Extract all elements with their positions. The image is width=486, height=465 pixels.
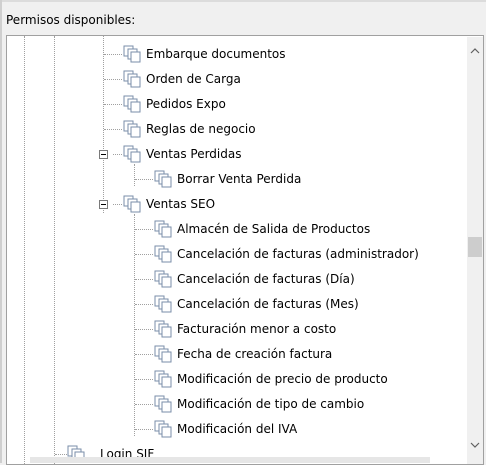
tree-connector (135, 254, 153, 255)
tree-item-label: Facturación menor a costo (177, 322, 337, 336)
tree-connector (135, 179, 153, 180)
permission-icon (123, 145, 141, 163)
tree-connector (135, 279, 153, 280)
permissions-tree[interactable]: Embarque documentos Orden de Carga Pedid… (6, 35, 484, 465)
tree-connector (135, 304, 153, 305)
tree-item[interactable]: Embarque documentos (123, 44, 286, 64)
window-top-border (0, 0, 486, 2)
permission-icon (154, 245, 172, 263)
tree-item[interactable]: Cancelación de facturas (administrador) (154, 244, 419, 264)
permission-icon (123, 195, 141, 213)
tree-item[interactable]: Ventas SEO (123, 194, 215, 214)
vertical-scrollbar[interactable] (467, 37, 483, 464)
tree-item[interactable]: Ventas Perdidas (123, 144, 241, 164)
tree-item[interactable]: Almacén de Salida de Productos (154, 219, 370, 239)
tree-item[interactable]: Facturación menor a costo (154, 319, 336, 339)
tree-item[interactable]: Modificación de tipo de cambio (154, 394, 364, 414)
tree-item-label: Embarque documentos (146, 47, 286, 61)
chevron-up-icon[interactable] (467, 45, 483, 61)
tree-connector (135, 229, 153, 230)
tree-guide-line (103, 36, 104, 213)
scrollbar-thumb[interactable] (468, 237, 482, 257)
tree-connector (113, 204, 122, 205)
tree-guide-line (24, 36, 25, 464)
tree-item[interactable]: Fecha de creación factura (154, 344, 332, 364)
tree-item-label: Ventas SEO (146, 197, 216, 211)
tree-item-label: Cancelación de facturas (Día) (177, 272, 355, 286)
tree-item-label: Modificación del IVA (177, 422, 298, 436)
permission-icon (123, 120, 141, 138)
tree-item-label: Fecha de creación factura (177, 347, 333, 361)
tree-item-label: Pedidos Expo (146, 97, 226, 111)
permission-icon (154, 395, 172, 413)
tree-connector (135, 354, 153, 355)
tree-item-label: Modificación de precio de producto (177, 372, 388, 386)
tree-item[interactable]: Cancelación de facturas (Día) (154, 269, 355, 289)
permission-icon (154, 170, 172, 188)
tree-item-label: Cancelación de facturas (Mes) (177, 297, 359, 311)
permission-icon (154, 270, 172, 288)
tree-item[interactable]: Orden de Carga (123, 69, 241, 89)
tree-guide-line (134, 164, 135, 186)
permission-icon (154, 420, 172, 438)
permission-icon (154, 370, 172, 388)
tree-item-label: Modificación de tipo de cambio (177, 397, 365, 411)
tree-guide-line (54, 36, 55, 464)
tree-connector (135, 404, 153, 405)
permission-icon (123, 95, 141, 113)
permission-icon (123, 70, 141, 88)
tree-item-label: Cancelación de facturas (administrador) (177, 247, 419, 261)
permission-icon (154, 220, 172, 238)
panel-title: Permisos disponibles: (6, 13, 136, 27)
permission-icon (154, 345, 172, 363)
tree-item-label: Borrar Venta Perdida (177, 172, 302, 186)
tree-item[interactable]: Borrar Venta Perdida (154, 169, 301, 189)
tree-item-label: Ventas Perdidas (146, 147, 242, 161)
tree-item-label: Orden de Carga (146, 72, 241, 86)
permission-icon (123, 45, 141, 63)
tree-connector (135, 379, 153, 380)
tree-item-label: Reglas de negocio (146, 122, 256, 136)
tree-connector (135, 429, 153, 430)
tree-connector (104, 129, 122, 130)
collapse-ventas-seo-button[interactable] (99, 200, 108, 209)
window-left-border (0, 0, 2, 463)
tree-connector (135, 329, 153, 330)
tree-item[interactable]: Cancelación de facturas (Mes) (154, 294, 359, 314)
chevron-down-icon[interactable] (467, 439, 483, 455)
tree-connector (104, 54, 122, 55)
tree-item[interactable]: Modificación del IVA (154, 419, 297, 439)
tree-item[interactable]: Reglas de negocio (123, 119, 256, 139)
permission-icon (154, 295, 172, 313)
permission-icon (154, 320, 172, 338)
tree-guide-line (134, 214, 135, 436)
tree-item-label: Almacén de Salida de Productos (177, 222, 371, 236)
tree-connector (104, 79, 122, 80)
tree-connector (113, 154, 122, 155)
tree-connector (55, 454, 67, 455)
tree-item[interactable]: Modificación de precio de producto (154, 369, 388, 389)
tree-item[interactable]: Pedidos Expo (123, 94, 226, 114)
collapse-ventas-perdidas-button[interactable] (99, 150, 108, 159)
tree-connector (104, 104, 122, 105)
horizontal-scrollbar[interactable] (30, 457, 430, 463)
